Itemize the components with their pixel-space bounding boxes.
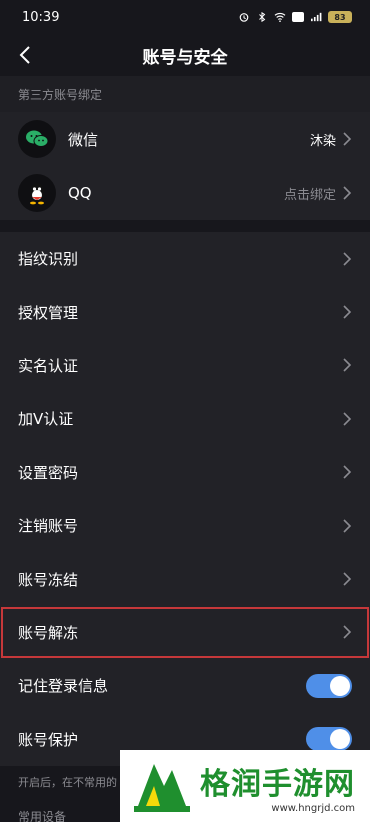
settings-item-label: 实名认证 xyxy=(18,356,79,375)
battery-icon: 83 xyxy=(328,11,352,23)
third-party-header: 第三方账号绑定 xyxy=(0,76,370,112)
watermark-logo-icon xyxy=(134,764,190,812)
toggle-label: 记住登录信息 xyxy=(18,677,109,696)
chevron-right-icon xyxy=(343,412,352,426)
settings-item-v-verify[interactable]: 加V认证 xyxy=(0,392,370,445)
hd-icon xyxy=(292,12,304,22)
settings-item-fingerprint[interactable]: 指纹识别 xyxy=(0,232,370,285)
remember-login-toggle[interactable] xyxy=(306,673,352,698)
chevron-right-icon xyxy=(343,305,352,319)
settings-item-password[interactable]: 设置密码 xyxy=(0,446,370,499)
signal-icon xyxy=(311,12,322,22)
chevron-right-icon xyxy=(343,252,352,266)
third-party-value: 沐染 xyxy=(309,133,336,149)
qq-avatar xyxy=(18,174,56,212)
watermark-url: www.hngrjd.com xyxy=(271,802,355,814)
settings-item-unfreeze[interactable]: 账号解冻 xyxy=(0,606,370,659)
settings-item-real-name[interactable]: 实名认证 xyxy=(0,339,370,392)
settings-item-authorization[interactable]: 授权管理 xyxy=(0,285,370,338)
toggle-knob xyxy=(330,675,350,696)
settings-item-cancel-account[interactable]: 注销账号 xyxy=(0,499,370,552)
settings-item-label: 账号解冻 xyxy=(18,623,79,642)
toggle-label: 账号保护 xyxy=(18,730,79,749)
third-party-item-qq[interactable]: QQ 点击绑定 xyxy=(0,166,370,220)
third-party-item-wechat[interactable]: 微信 沐染 xyxy=(0,112,370,166)
status-time: 10:39 xyxy=(22,9,60,25)
chevron-right-icon xyxy=(343,186,352,200)
third-party-list: 微信 沐染 QQ 点击绑定 xyxy=(0,112,370,220)
section-gap xyxy=(0,220,370,232)
chevron-right-icon xyxy=(343,572,352,586)
wifi-icon xyxy=(274,12,286,22)
settings-item-label: 账号冻结 xyxy=(18,570,79,589)
third-party-label: 微信 xyxy=(68,130,99,149)
toggle-knob xyxy=(330,729,350,750)
chevron-right-icon xyxy=(343,132,352,146)
chevron-right-icon xyxy=(343,519,352,533)
wechat-avatar xyxy=(18,120,56,158)
watermark-text: 格润手游网 www.hngrjd.com xyxy=(200,759,355,814)
watermark-title: 格润手游网 xyxy=(200,766,355,802)
page-title: 账号与安全 xyxy=(142,47,228,68)
chevron-right-icon xyxy=(343,625,352,639)
status-icons: 83 xyxy=(238,11,352,23)
settings-list: 指纹识别 授权管理 实名认证 加V认证 设置密码 注销账号 账号冻结 账号解冻 … xyxy=(0,232,370,766)
settings-item-label: 授权管理 xyxy=(18,303,79,322)
wechat-icon xyxy=(26,130,49,147)
chevron-right-icon xyxy=(343,465,352,479)
nav-bar: 账号与安全 xyxy=(0,34,370,76)
account-protection-toggle[interactable] xyxy=(306,727,352,752)
alarm-icon xyxy=(239,13,249,22)
settings-item-label: 设置密码 xyxy=(18,463,79,482)
qq-icon xyxy=(30,183,44,205)
settings-item-label: 加V认证 xyxy=(18,410,74,429)
third-party-value: 点击绑定 xyxy=(283,187,336,203)
settings-item-label: 指纹识别 xyxy=(18,250,79,269)
status-bar: 10:39 83 xyxy=(0,0,370,34)
toggle-row-remember-login: 记住登录信息 xyxy=(0,659,370,712)
chevron-right-icon xyxy=(343,358,352,373)
third-party-label: QQ xyxy=(68,184,92,202)
chevron-left-icon xyxy=(19,46,30,64)
settings-item-label: 注销账号 xyxy=(18,517,79,536)
settings-item-freeze[interactable]: 账号冻结 xyxy=(0,552,370,605)
bluetooth-icon xyxy=(259,12,266,22)
back-button[interactable] xyxy=(12,42,38,68)
watermark: 格润手游网 www.hngrjd.com xyxy=(120,750,370,822)
